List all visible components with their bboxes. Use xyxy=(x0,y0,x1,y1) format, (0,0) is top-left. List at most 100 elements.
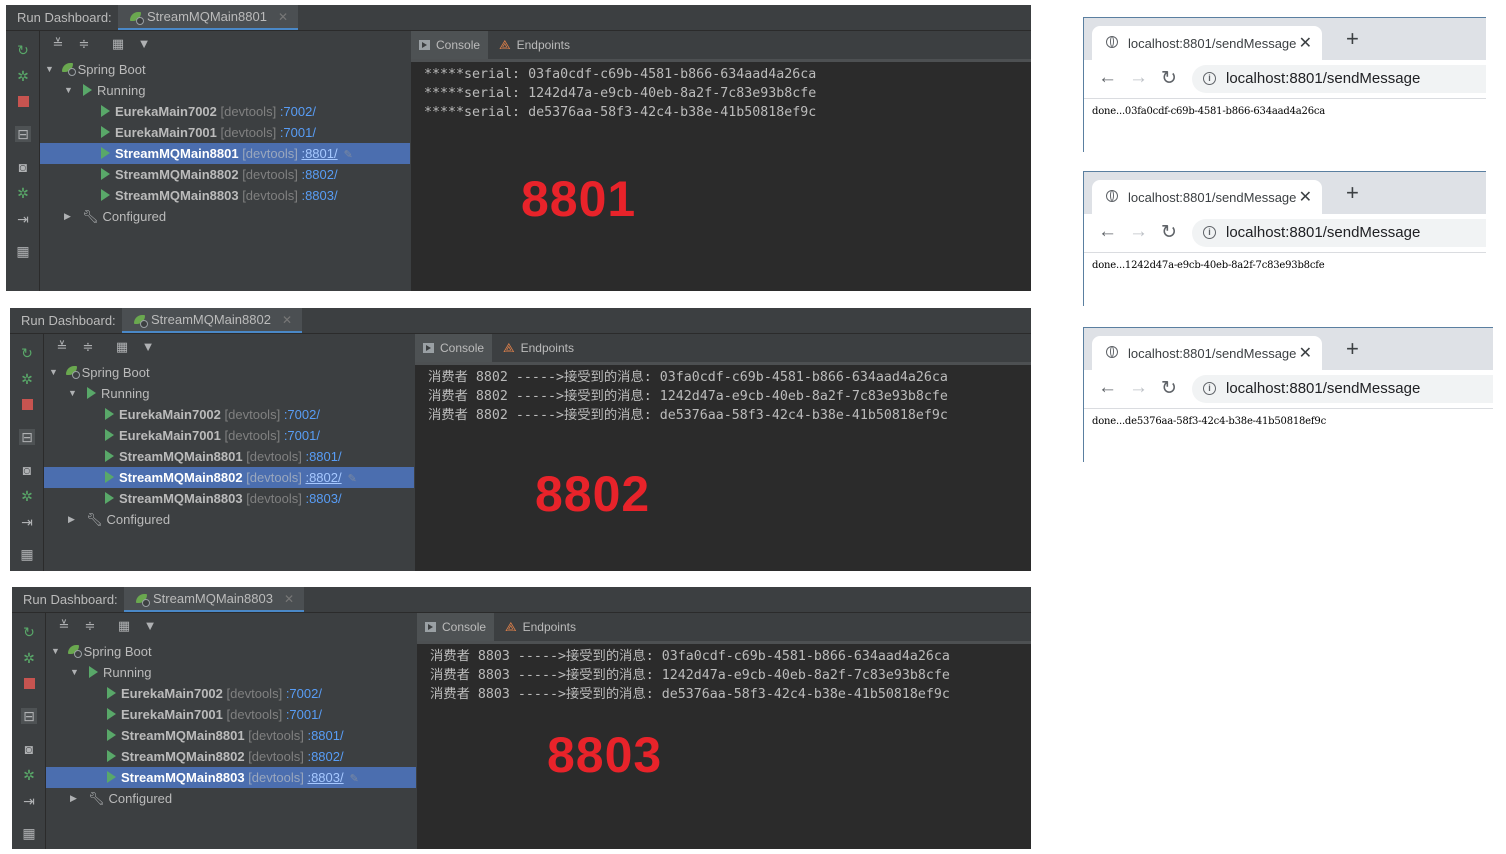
close-icon[interactable]: ✕ xyxy=(282,313,292,327)
edit-icon[interactable]: ✎ xyxy=(344,149,353,161)
app-row[interactable]: EurekaMain7001 [devtools] :7001/ xyxy=(46,704,416,725)
expand-all-icon[interactable]: ≚ xyxy=(50,36,66,52)
camera-icon[interactable]: ◙ xyxy=(15,159,31,175)
tree-node-configured[interactable]: ▶ 🔧︎ Configured xyxy=(40,206,410,227)
reload-icon[interactable]: ↻ xyxy=(1161,67,1177,90)
back-icon[interactable]: ← xyxy=(1098,377,1117,399)
exit-icon[interactable]: ⇥ xyxy=(15,211,31,227)
browser-tab[interactable]: localhost:8801/sendMessage ✕ xyxy=(1092,180,1322,214)
run-config-tab[interactable]: StreamMQMain8801 ✕ xyxy=(118,5,299,30)
tree-node-running[interactable]: ▼ Running xyxy=(44,383,414,404)
address-bar[interactable]: i localhost:8801/sendMessage xyxy=(1192,65,1486,93)
expand-arrow-icon[interactable]: ▼ xyxy=(70,662,79,683)
back-icon[interactable]: ← xyxy=(1098,221,1117,243)
new-tab-icon[interactable]: + xyxy=(1346,180,1359,206)
collapse-all-icon[interactable]: ≑ xyxy=(82,618,98,634)
run-config-tab[interactable]: StreamMQMain8802 ✕ xyxy=(122,308,303,333)
tree-node-spring-boot[interactable]: ▼ Spring Boot xyxy=(44,362,414,383)
expand-all-icon[interactable]: ≚ xyxy=(56,618,72,634)
filter-icon[interactable]: ▼ xyxy=(136,36,152,52)
group-icon[interactable]: ▦ xyxy=(116,618,132,634)
exit-icon[interactable]: ⇥ xyxy=(21,793,37,809)
camera-icon[interactable]: ◙ xyxy=(21,741,37,757)
tree-node-running[interactable]: ▼ Running xyxy=(40,80,410,101)
app-row[interactable]: StreamMQMain8801 [devtools] :8801/ xyxy=(46,725,416,746)
collapse-arrow-icon[interactable]: ▶ xyxy=(70,788,77,809)
tree-node-running[interactable]: ▼ Running xyxy=(46,662,416,683)
port-link[interactable]: :7002/ xyxy=(286,686,322,701)
app-row[interactable]: EurekaMain7002 [devtools] :7002/ xyxy=(46,683,416,704)
debug-step-icon[interactable]: ✲ xyxy=(19,488,35,504)
expand-arrow-icon[interactable]: ▼ xyxy=(68,383,77,404)
forward-icon[interactable]: → xyxy=(1129,377,1148,399)
port-link[interactable]: :7001/ xyxy=(280,125,316,140)
close-tab-icon[interactable]: ✕ xyxy=(1299,343,1312,363)
rerun-icon[interactable]: ↻ xyxy=(15,42,31,58)
layout-icon[interactable]: ▦ xyxy=(19,546,35,562)
console-output[interactable]: *****serial: 03fa0cdf-c69b-4581-b866-634… xyxy=(411,62,1031,291)
port-link[interactable]: :8801/ xyxy=(301,146,337,161)
app-row[interactable]: StreamMQMain8803 [devtools] :8803/ xyxy=(44,488,414,509)
app-row[interactable]: EurekaMain7001 [devtools] :7001/ xyxy=(40,122,410,143)
group-icon[interactable]: ▦ xyxy=(114,339,130,355)
app-row[interactable]: StreamMQMain8803 [devtools] :8803/ xyxy=(40,185,410,206)
tab-console[interactable]: Console xyxy=(415,334,493,362)
port-link[interactable]: :7002/ xyxy=(280,104,316,119)
rerun-icon[interactable]: ↻ xyxy=(21,624,37,640)
expand-all-icon[interactable]: ≚ xyxy=(54,339,70,355)
address-url[interactable]: localhost:8801/sendMessage xyxy=(1226,70,1420,87)
app-row[interactable]: StreamMQMain8802 [devtools] :8802/ xyxy=(46,746,416,767)
stop-icon[interactable] xyxy=(21,675,37,691)
close-tab-icon[interactable]: ✕ xyxy=(1299,33,1312,53)
tab-console[interactable]: Console xyxy=(417,613,495,641)
browser-tab[interactable]: localhost:8801/sendMessage ✕ xyxy=(1092,336,1322,370)
exit-icon[interactable]: ⇥ xyxy=(19,514,35,530)
expand-arrow-icon[interactable]: ▼ xyxy=(45,59,54,80)
expand-arrow-icon[interactable]: ▼ xyxy=(49,362,58,383)
filter-icon[interactable]: ▼ xyxy=(140,339,156,355)
tab-console[interactable]: Console xyxy=(411,31,489,59)
port-link[interactable]: :7001/ xyxy=(284,428,320,443)
collapse-arrow-icon[interactable]: ▶ xyxy=(64,206,71,227)
app-row[interactable]: StreamMQMain8803 [devtools] :8803/ ✎ xyxy=(46,767,416,788)
info-icon[interactable]: i xyxy=(1203,382,1216,395)
port-link[interactable]: :8803/ xyxy=(307,770,343,785)
debug-icon[interactable]: ✲ xyxy=(15,68,31,84)
forward-icon[interactable]: → xyxy=(1129,221,1148,243)
camera-icon[interactable]: ◙ xyxy=(19,462,35,478)
app-row[interactable]: StreamMQMain8801 [devtools] :8801/ xyxy=(44,446,414,467)
group-icon[interactable]: ▦ xyxy=(110,36,126,52)
browser-tab[interactable]: localhost:8801/sendMessage ✕ xyxy=(1092,26,1322,60)
expand-arrow-icon[interactable]: ▼ xyxy=(64,80,73,101)
tab-endpoints[interactable]: ⟁ Endpoints xyxy=(491,31,578,59)
port-link[interactable]: :7002/ xyxy=(284,407,320,422)
back-icon[interactable]: ← xyxy=(1098,67,1117,89)
debug-icon[interactable]: ✲ xyxy=(19,371,35,387)
port-link[interactable]: :8801/ xyxy=(307,728,343,743)
new-tab-icon[interactable]: + xyxy=(1346,26,1359,52)
group-by-type-icon[interactable]: ⊟ xyxy=(15,126,31,142)
address-bar[interactable]: i localhost:8801/sendMessage xyxy=(1192,375,1493,403)
port-link[interactable]: :7001/ xyxy=(286,707,322,722)
forward-icon[interactable]: → xyxy=(1129,67,1148,89)
port-link[interactable]: :8801/ xyxy=(305,449,341,464)
app-row[interactable]: StreamMQMain8801 [devtools] :8801/ ✎ xyxy=(40,143,410,164)
app-row[interactable]: EurekaMain7002 [devtools] :7002/ xyxy=(44,404,414,425)
reload-icon[interactable]: ↻ xyxy=(1161,221,1177,244)
app-row[interactable]: EurekaMain7002 [devtools] :7002/ xyxy=(40,101,410,122)
tree-node-configured[interactable]: ▶ 🔧︎ Configured xyxy=(44,509,414,530)
tree-node-spring-boot[interactable]: ▼ Spring Boot xyxy=(40,59,410,80)
collapse-all-icon[interactable]: ≑ xyxy=(80,339,96,355)
console-output[interactable]: 消费者 8803 ----->接受到的消息: 03fa0cdf-c69b-458… xyxy=(417,644,1031,849)
edit-icon[interactable]: ✎ xyxy=(348,473,357,485)
expand-arrow-icon[interactable]: ▼ xyxy=(51,641,60,662)
port-link[interactable]: :8802/ xyxy=(307,749,343,764)
tab-endpoints[interactable]: ⟁ Endpoints xyxy=(495,334,582,362)
new-tab-icon[interactable]: + xyxy=(1346,336,1359,362)
close-tab-icon[interactable]: ✕ xyxy=(1299,187,1312,207)
collapse-all-icon[interactable]: ≑ xyxy=(76,36,92,52)
edit-icon[interactable]: ✎ xyxy=(350,773,359,785)
stop-icon[interactable] xyxy=(19,396,35,412)
info-icon[interactable]: i xyxy=(1203,226,1216,239)
debug-step-icon[interactable]: ✲ xyxy=(15,185,31,201)
